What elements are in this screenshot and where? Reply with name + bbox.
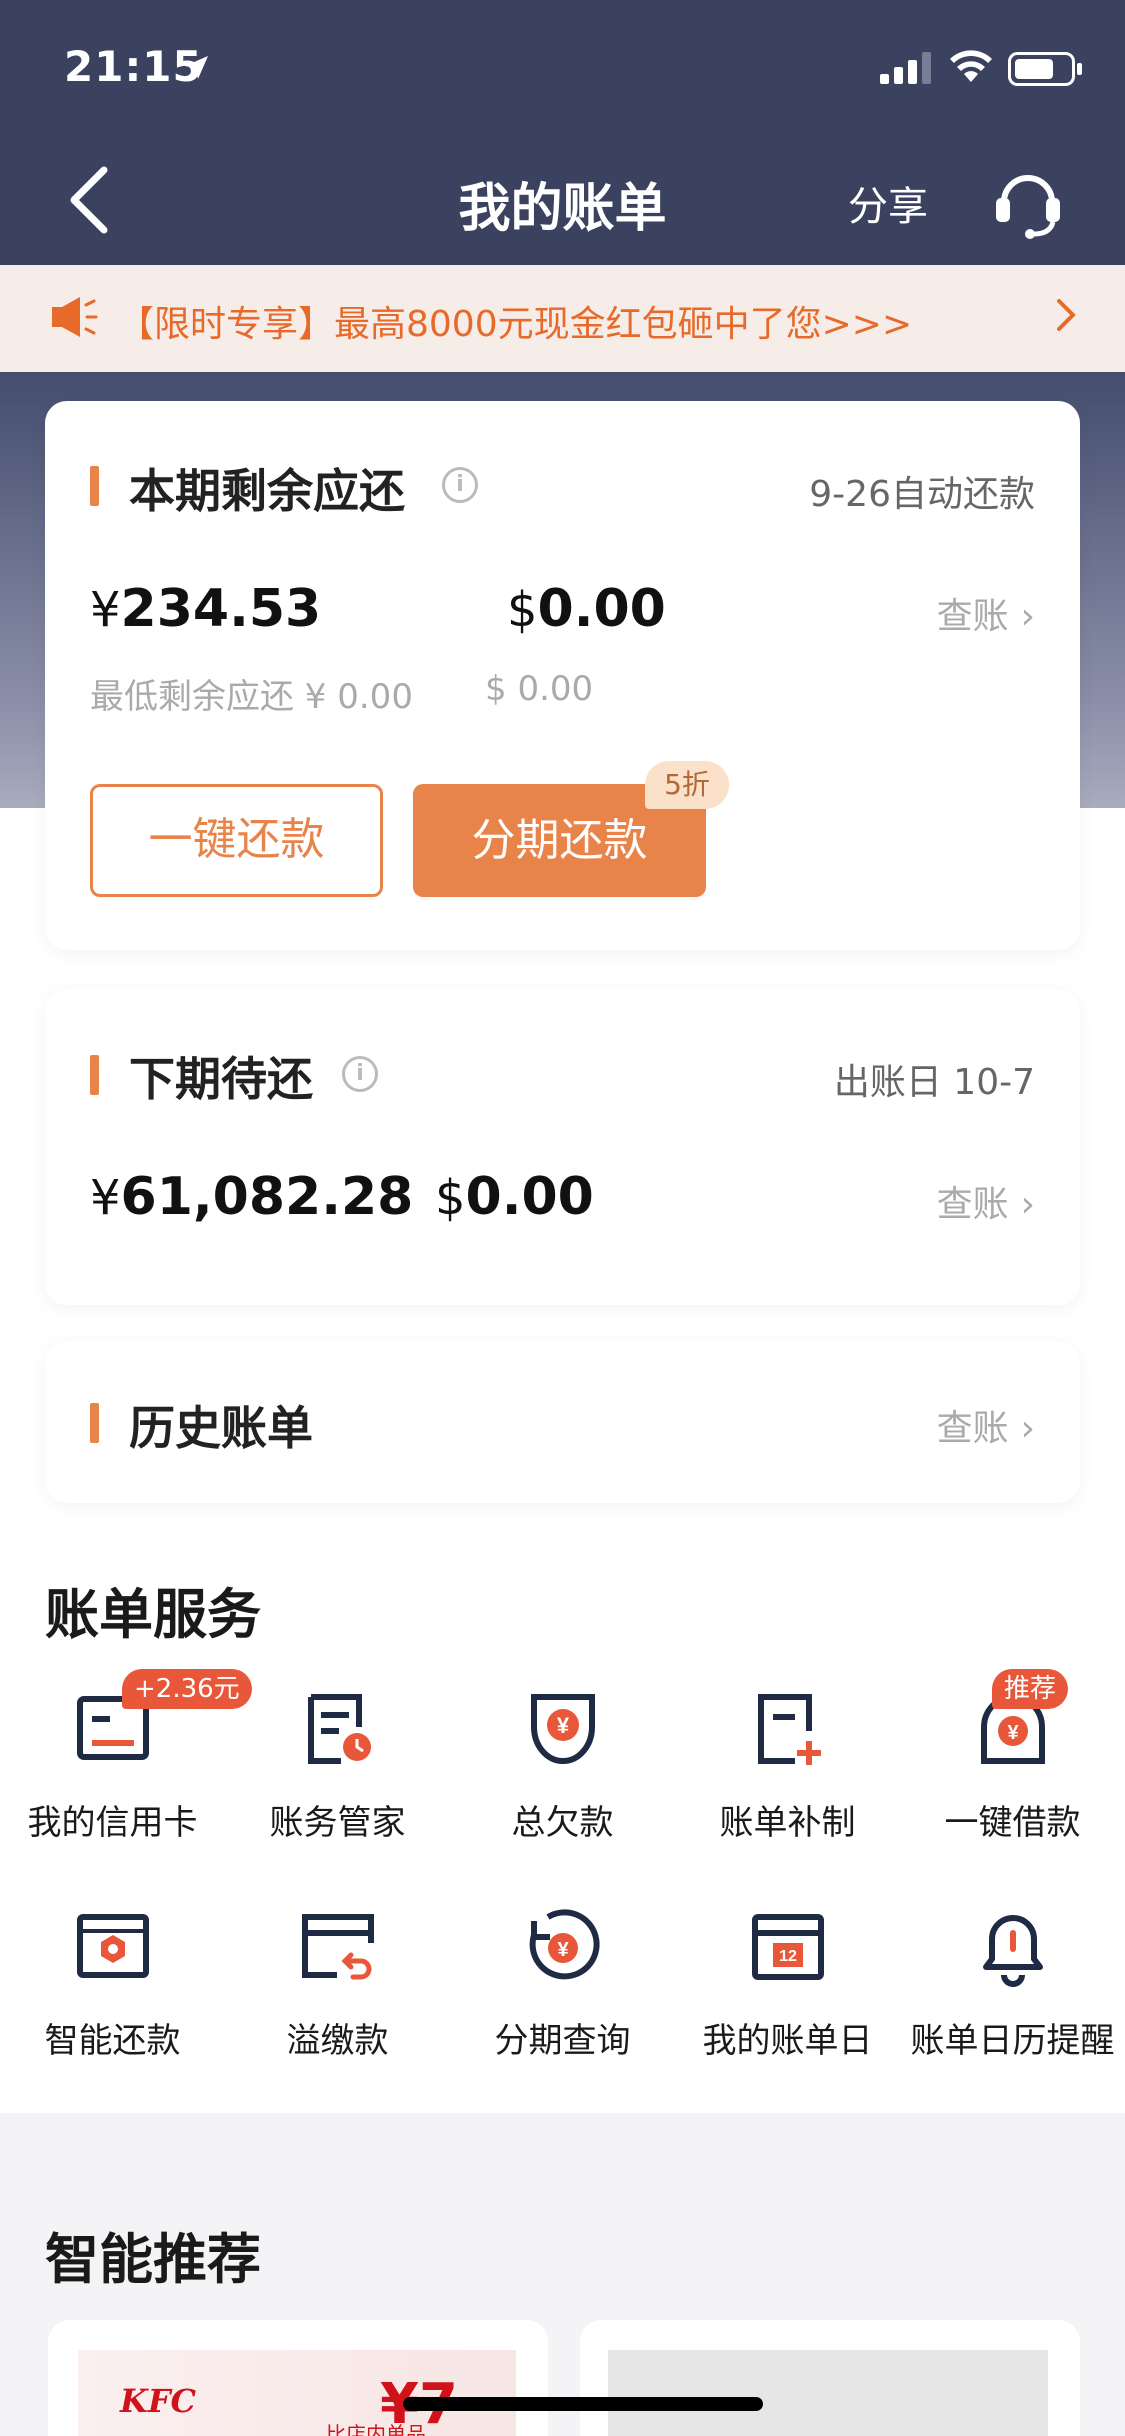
service-label: 账单日历提醒 — [910, 2021, 1115, 2061]
info-icon[interactable]: i — [342, 1056, 378, 1092]
wifi-icon — [950, 50, 992, 82]
customer-service-icon[interactable] — [990, 162, 1066, 242]
history-bill-card[interactable]: 历史账单 查账 › — [45, 1341, 1080, 1503]
usd-value: 0.00 — [537, 579, 666, 639]
check-bill-link[interactable]: 查账 › — [937, 1175, 1035, 1227]
discount-badge: 5折 — [645, 761, 729, 809]
service-my-credit-card[interactable]: 我的信用卡 — [0, 1687, 225, 1867]
services-title: 账单服务 — [45, 1583, 261, 1646]
next-bill-title: 下期待还 — [129, 1052, 313, 1106]
overpayment-icon — [302, 1914, 374, 1980]
cny-value: 234.53 — [120, 579, 322, 639]
service-label: 我的信用卡 — [27, 1803, 198, 1843]
svg-text:¥: ¥ — [557, 1939, 569, 1961]
service-label: 溢缴款 — [286, 2021, 389, 2061]
share-button[interactable]: 分享 — [848, 174, 928, 232]
usd-symbol: $ — [435, 1170, 466, 1226]
chevron-right-icon: › — [1020, 596, 1035, 637]
cellular-signal-icon — [880, 52, 931, 84]
section-accent-bar — [90, 1403, 99, 1443]
usd-amount: $0.00 — [435, 1167, 594, 1227]
service-total-debt[interactable]: ¥ 总欠款 — [450, 1687, 675, 1867]
bill-reissue-icon — [758, 1694, 821, 1765]
chevron-right-icon: › — [1020, 1184, 1035, 1225]
home-indicator — [403, 2397, 763, 2411]
recommend-title: 智能推荐 — [45, 2228, 261, 2291]
usd-amount: $0.00 — [507, 579, 666, 639]
svg-text:¥: ¥ — [1007, 1722, 1019, 1744]
chevron-right-icon: › — [1020, 1408, 1035, 1449]
smart-repay-icon — [77, 1914, 149, 1978]
service-label: 账务管家 — [269, 1803, 406, 1843]
service-label: 分期查询 — [494, 2021, 631, 2061]
next-bill-card: 下期待还 i 出账日 10-7 ¥61,082.28 $0.00 查账 › — [45, 989, 1080, 1305]
service-bill-calendar-reminder[interactable]: 账单日历提醒 — [900, 1905, 1125, 2085]
speaker-icon — [52, 297, 98, 337]
service-account-manager[interactable]: 账务管家 — [225, 1687, 450, 1867]
service-bill-reissue[interactable]: 账单补制 — [675, 1687, 900, 1867]
check-label: 查账 — [936, 1184, 1009, 1225]
current-bill-card: 本期剩余应还 i 9-26自动还款 ¥234.53 $0.00 查账 › 最低剩余… — [45, 401, 1080, 950]
statement-date: 出账日 10-7 — [833, 1062, 1035, 1103]
service-my-bill-date[interactable]: 12 我的账单日 — [675, 1905, 900, 2085]
cny-symbol: ¥ — [90, 582, 121, 638]
page-title: 我的账单 — [458, 179, 667, 239]
section-accent-bar — [90, 1055, 99, 1095]
cny-symbol: ¥ — [90, 1170, 121, 1226]
cny-amount: ¥234.53 — [90, 579, 321, 639]
service-label: 一键借款 — [944, 1803, 1081, 1843]
one-click-repay-button[interactable]: 一键还款 — [90, 784, 383, 897]
check-label: 查账 — [936, 1408, 1009, 1449]
location-arrow-icon — [185, 56, 208, 79]
account-manager-icon — [308, 1694, 371, 1764]
total-debt-icon: ¥ — [531, 1694, 595, 1764]
service-label: 账单补制 — [719, 1803, 856, 1843]
service-smart-repay[interactable]: 智能还款 — [0, 1905, 225, 2085]
bell-icon — [983, 1915, 1043, 1987]
nav-bar: 我的账单 分享 — [0, 130, 1125, 265]
cny-value: 61,082.28 — [120, 1167, 414, 1227]
installment-query-icon: ¥ — [529, 1909, 600, 1980]
min-payment-label: 最低剩余应还 ¥ 0.00 — [90, 677, 413, 717]
status-bar: 21:15 — [0, 0, 1125, 130]
check-bill-link[interactable]: 查账 › — [937, 1399, 1035, 1451]
service-overpayment[interactable]: 溢缴款 — [225, 1905, 450, 2085]
service-badge: 推荐 — [992, 1669, 1069, 1709]
promo-text: 【限时专享】最高8000元现金红包砸中了您>>> — [118, 304, 913, 345]
promo-banner[interactable]: 【限时专享】最高8000元现金红包砸中了您>>> — [0, 265, 1125, 372]
service-label: 智能还款 — [44, 2021, 181, 2061]
service-label: 我的账单日 — [702, 2021, 873, 2061]
chevron-right-icon — [1057, 299, 1076, 331]
svg-text:¥: ¥ — [557, 1713, 570, 1738]
svg-text:12: 12 — [779, 1948, 797, 1965]
battery-icon — [1008, 52, 1082, 86]
calendar-icon: 12 — [752, 1914, 824, 1980]
kfc-logo: KFC — [120, 2382, 196, 2420]
check-bill-link[interactable]: 查账 › — [937, 587, 1035, 639]
section-accent-bar — [90, 466, 99, 506]
service-installment-query[interactable]: ¥ 分期查询 — [450, 1905, 675, 2085]
history-title: 历史账单 — [129, 1401, 313, 1455]
min-payment-usd: $ 0.00 — [485, 669, 594, 709]
current-bill-title: 本期剩余应还 — [129, 464, 405, 518]
usd-symbol: $ — [507, 582, 538, 638]
service-quick-loan[interactable]: ¥ 一键借款 — [900, 1687, 1125, 1867]
promo-image-placeholder — [608, 2350, 1048, 2436]
cny-amount: ¥61,082.28 — [90, 1167, 413, 1227]
check-label: 查账 — [936, 596, 1009, 637]
auto-pay-date: 9-26自动还款 — [809, 474, 1035, 515]
usd-value: 0.00 — [465, 1167, 594, 1227]
info-icon[interactable]: i — [442, 467, 478, 503]
service-label: 总欠款 — [511, 1803, 614, 1843]
